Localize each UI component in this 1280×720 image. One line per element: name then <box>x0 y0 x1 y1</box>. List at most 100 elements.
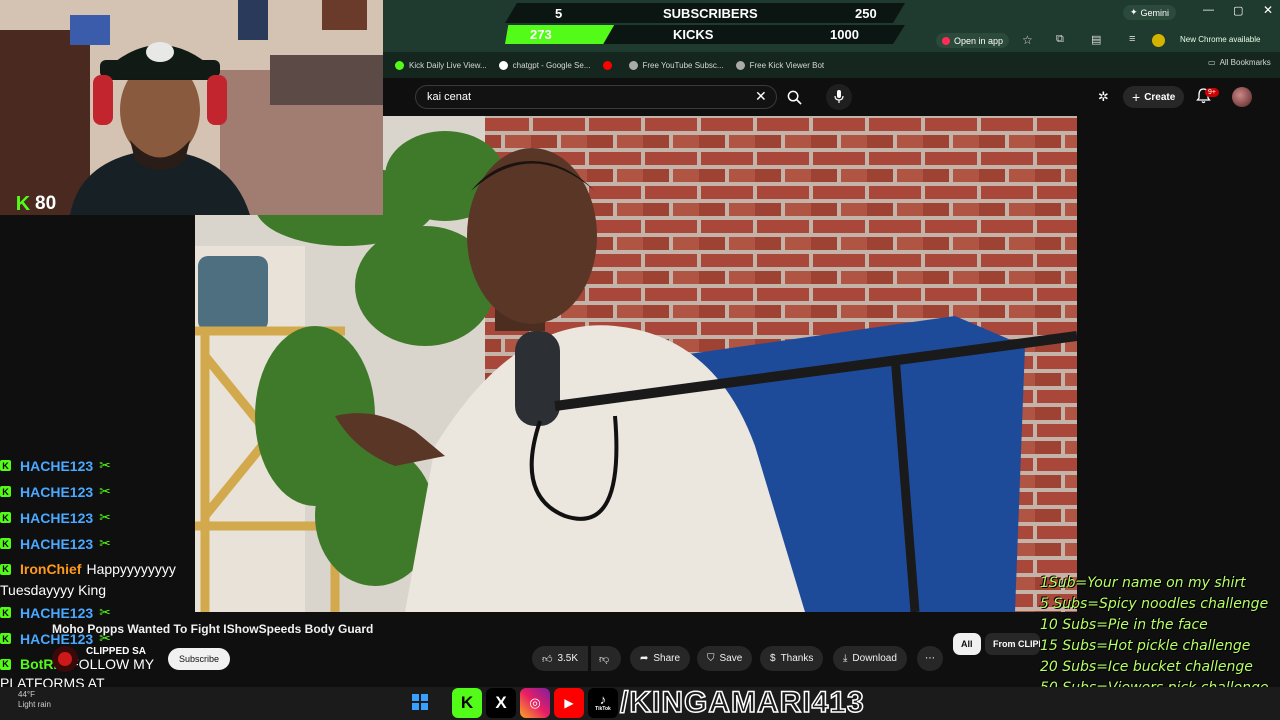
channel-avatar[interactable] <box>52 646 78 672</box>
weather-desc: Light rain <box>18 700 51 709</box>
search-input[interactable]: kai cenat <box>415 85 777 109</box>
bookmark-label: chatgpt - Google Se... <box>512 60 591 70</box>
new-chrome-label[interactable]: New Chrome available <box>1180 35 1260 44</box>
bookmark-item[interactable] <box>602 60 617 70</box>
chip-from-channel-label: From CLIPPED <box>993 639 1040 649</box>
more-actions-button[interactable]: ⋯ <box>917 646 943 671</box>
tab-search-icon[interactable]: ▤ <box>1091 33 1101 46</box>
plus-icon: + <box>1132 89 1141 105</box>
thanks-button[interactable]: $ Thanks <box>760 646 824 671</box>
download-button[interactable]: ⤓ Download <box>833 646 907 671</box>
chat-username[interactable]: IronChief <box>20 561 81 577</box>
chip-from-channel[interactable]: From CLIPPED <box>985 633 1040 655</box>
all-bookmarks[interactable]: ▭ All Bookmarks <box>1208 58 1271 67</box>
notification-badge: 9+ <box>1205 88 1219 97</box>
kick-badge-icon: K <box>0 563 11 575</box>
save-button[interactable]: ⛉ Save <box>697 646 753 671</box>
voice-search-button[interactable] <box>826 84 852 110</box>
bookmark-item[interactable]: Free Kick Viewer Bot <box>735 60 825 70</box>
chat-username[interactable]: HACHE123 <box>20 536 93 552</box>
maximize-button[interactable]: ▢ <box>1233 4 1243 17</box>
thanks-icon: $ <box>770 653 776 664</box>
reading-list-icon[interactable]: ≡ <box>1129 33 1135 45</box>
bookmark-favicon-icon <box>498 60 508 70</box>
emote-icon: ✂ <box>99 535 111 551</box>
kick-count: 273 <box>530 27 552 42</box>
kick-badge-icon: K <box>0 538 11 549</box>
bookmark-favicon-icon <box>602 60 612 70</box>
chat-message: K HACHE123 ✂ <box>0 483 116 500</box>
account-avatar[interactable] <box>1232 87 1252 107</box>
subscriber-goal: 250 <box>855 6 877 21</box>
viewer-count-badge: K 80 <box>14 193 56 215</box>
cast-icon[interactable]: ✲ <box>1098 89 1109 105</box>
start-button[interactable] <box>412 694 428 710</box>
dislike-button[interactable]: 👎︎ <box>591 646 621 671</box>
thumbs-up-icon: 👍︎ <box>542 653 553 665</box>
more-icon: ⋯ <box>925 653 935 664</box>
kick-badge-icon: K <box>0 633 11 644</box>
profile-avatar[interactable] <box>1152 34 1165 47</box>
kick-badge-icon: K <box>0 460 11 471</box>
chip-all[interactable]: All <box>953 633 981 655</box>
like-count: 3.5K <box>557 653 579 664</box>
like-button[interactable]: 👍︎ 3.5K <box>532 646 589 671</box>
sub-goal-item: 1Sub=Your name on my shirt <box>1040 575 1246 591</box>
bookmark-label: Free Kick Viewer Bot <box>749 60 825 70</box>
search-query: kai cenat <box>427 91 472 103</box>
chat-username[interactable]: HACHE123 <box>20 458 93 474</box>
all-bookmarks-label: All Bookmarks <box>1219 58 1271 67</box>
chip-all-label: All <box>961 639 973 649</box>
emote-icon: ✂ <box>99 483 111 499</box>
chat-text: Happyyyyyyyy <box>86 561 176 577</box>
subscribers-label: SUBSCRIBERS <box>663 6 758 21</box>
gemini-button[interactable]: ✦ Gemini <box>1123 5 1177 20</box>
bookmark-item[interactable]: Free YouTube Subsc... <box>628 60 724 70</box>
open-in-app-button[interactable]: Open in app <box>936 33 1010 48</box>
weather-widget[interactable]: 44°F Light rain <box>18 690 51 710</box>
sub-goal-item: 20 Subs=Ice bucket challenge <box>1040 659 1253 675</box>
bookmark-item[interactable]: chatgpt - Google Se... <box>498 60 591 70</box>
bookmark-label: Kick Daily Live View... <box>409 60 487 70</box>
viewer-count: 80 <box>35 193 57 214</box>
video-title: Moho Popps Wanted To Fight IShowSpeeds B… <box>52 622 374 636</box>
star-bookmark-icon[interactable]: ☆ <box>1022 33 1033 47</box>
kick-badge-icon: K <box>0 658 11 670</box>
extensions-icon[interactable]: ⧉ <box>1056 33 1064 46</box>
create-button[interactable]: + Create <box>1123 86 1185 108</box>
subscribe-button[interactable]: Subscribe <box>168 648 231 670</box>
tiktok-label: TikTok <box>595 706 611 712</box>
chat-message: K HACHE123 ✂ <box>0 509 116 526</box>
bookmark-item[interactable]: Kick Daily Live View... <box>395 60 487 70</box>
kicks-label: KICKS <box>673 27 714 42</box>
channel-logo-icon <box>58 652 72 666</box>
bookmarks-bar: Kick Daily Live View... chatgpt - Google … <box>383 52 1280 78</box>
search-button[interactable] <box>779 85 809 109</box>
emote-icon: ✂ <box>99 509 111 525</box>
windows-logo-icon <box>412 694 419 701</box>
kick-badge-icon: K <box>0 607 11 618</box>
clear-search-icon[interactable]: ✕ <box>755 88 767 105</box>
share-label: Share <box>653 653 681 664</box>
download-label: Download <box>852 653 897 664</box>
kick-badge-icon: K <box>0 486 11 497</box>
sub-goal-item: 5 Subs=Spicy noodles challenge <box>1040 596 1269 612</box>
social-links: K X ◎ ▶ ♪ TikTok <box>452 686 618 720</box>
channel-name[interactable]: CLIPPED SA <box>86 646 146 657</box>
microphone-icon <box>834 90 844 103</box>
minimize-button[interactable]: — <box>1203 4 1214 16</box>
chat-username[interactable]: HACHE123 <box>20 510 93 526</box>
bookmark-label: Free YouTube Subsc... <box>642 60 724 70</box>
youtube-app-icon <box>942 36 950 45</box>
share-button[interactable]: ➦ Share <box>630 646 691 671</box>
sub-goal-item: 15 Subs=Hot pickle challenge <box>1040 638 1251 654</box>
weather-temp: 44°F <box>18 690 35 699</box>
bookmark-icon: ⛉ <box>707 653 715 664</box>
chat-username[interactable]: HACHE123 <box>20 605 93 621</box>
menu-kebab-icon[interactable]: ⋮ <box>1276 33 1280 46</box>
close-window-button[interactable]: ✕ <box>1263 3 1273 17</box>
chat-username[interactable]: HACHE123 <box>20 484 93 500</box>
emote-icon: ✂ <box>99 604 111 620</box>
bookmark-favicon-icon <box>628 60 638 70</box>
search-icon <box>787 90 802 105</box>
